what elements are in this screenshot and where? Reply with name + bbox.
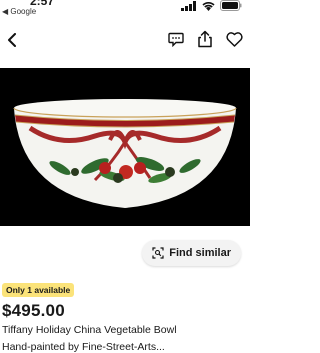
visual-search-icon bbox=[152, 247, 164, 259]
heart-icon bbox=[225, 31, 243, 47]
share-button[interactable] bbox=[195, 28, 215, 50]
find-similar-button[interactable]: Find similar bbox=[142, 240, 241, 266]
nav-bar bbox=[0, 22, 250, 58]
signal-icon bbox=[181, 0, 196, 11]
status-bar: 2:57 ◀ Google bbox=[0, 0, 250, 22]
item-price: $495.00 bbox=[2, 301, 65, 320]
status-icons bbox=[181, 0, 242, 11]
nav-actions bbox=[166, 28, 244, 50]
item-subtitle: Hand-painted by Fine-Street-Arts... bbox=[2, 341, 165, 353]
bowl-image bbox=[0, 68, 250, 226]
wifi-icon bbox=[202, 1, 215, 11]
availability-badge: Only 1 available bbox=[2, 283, 75, 297]
back-button[interactable] bbox=[2, 28, 22, 52]
message-icon bbox=[168, 32, 184, 47]
share-icon bbox=[198, 30, 212, 48]
item-title: Tiffany Holiday China Vegetable Bowl bbox=[2, 324, 177, 336]
chevron-left-icon bbox=[8, 33, 16, 47]
battery-icon bbox=[220, 0, 242, 11]
back-to-app-link[interactable]: ◀ Google bbox=[2, 7, 36, 16]
watch-button[interactable] bbox=[224, 28, 244, 50]
product-photo[interactable] bbox=[0, 68, 250, 226]
message-button[interactable] bbox=[166, 28, 186, 50]
find-similar-label: Find similar bbox=[169, 247, 231, 259]
